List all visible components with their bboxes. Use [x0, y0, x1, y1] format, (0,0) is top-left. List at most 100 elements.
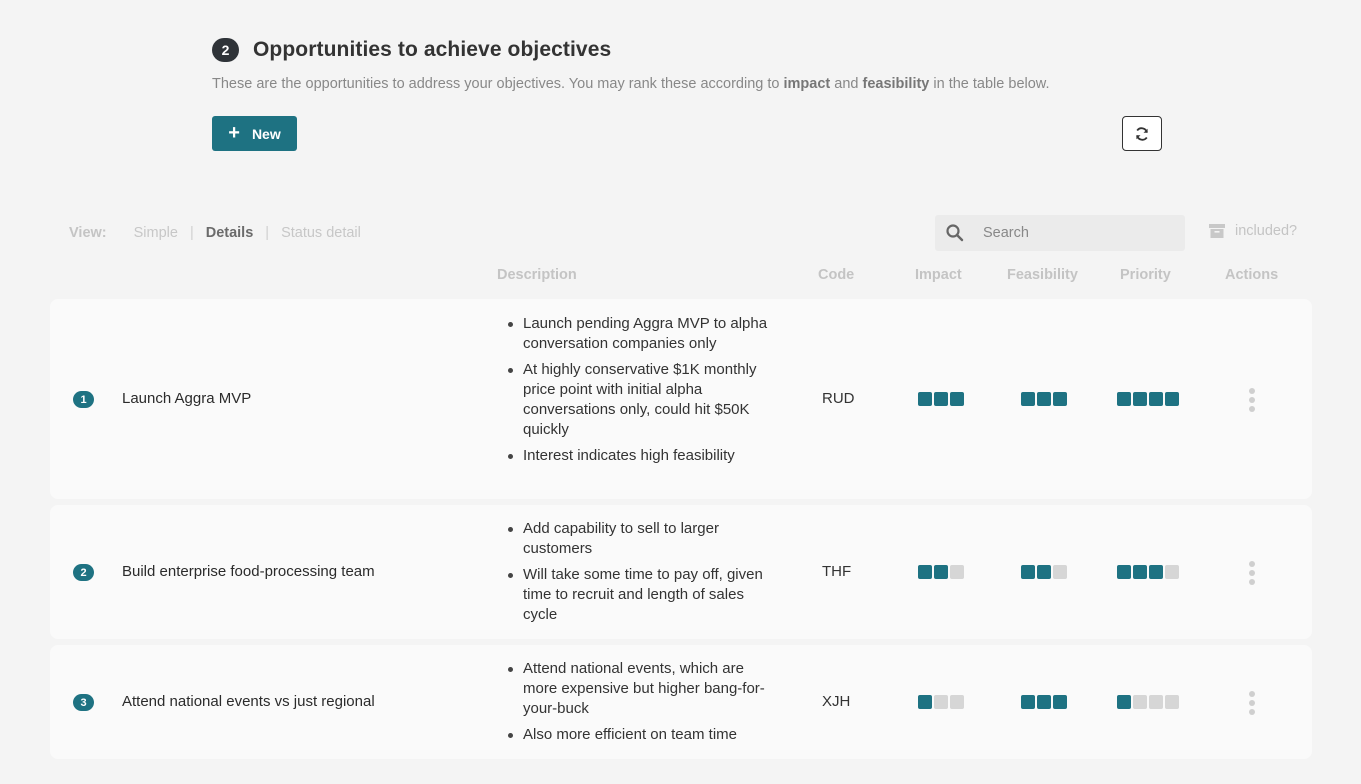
column-feasibility[interactable]: Feasibility [1007, 267, 1078, 283]
rating-square-filled[interactable] [918, 392, 932, 406]
view-simple[interactable]: Simple [134, 225, 178, 241]
rating-square-filled [1149, 392, 1163, 406]
step-badge: 2 [212, 38, 239, 62]
rating-square-filled [1165, 392, 1179, 406]
table-row[interactable]: 3 Attend national events vs just regiona… [50, 645, 1312, 759]
title-row: 2 Opportunities to achieve objectives [212, 38, 1172, 62]
row-code: THF [822, 563, 852, 580]
view-label: View: [69, 225, 107, 241]
rating-square-filled[interactable] [918, 565, 932, 579]
view-selector: View: Simple | Details | Status detail [69, 225, 361, 241]
priority-rating [1117, 695, 1179, 709]
view-separator: | [265, 225, 270, 241]
row-description: Add capability to sell to larger custome… [505, 519, 770, 631]
column-description[interactable]: Description [497, 267, 577, 283]
rating-square-filled [1133, 392, 1147, 406]
rating-square-filled[interactable] [950, 392, 964, 406]
column-priority[interactable]: Priority [1120, 267, 1171, 283]
row-number: 1 [73, 391, 94, 408]
archive-icon [1209, 224, 1225, 238]
rating-square-empty[interactable] [950, 565, 964, 579]
rating-square-filled[interactable] [1053, 392, 1067, 406]
row-name[interactable]: Attend national events vs just regional [122, 693, 375, 710]
rating-square-filled[interactable] [1053, 695, 1067, 709]
rating-square-filled[interactable] [1037, 565, 1051, 579]
description-bullet: Also more efficient on team time [505, 725, 770, 745]
page-title: Opportunities to achieve objectives [253, 38, 612, 61]
rating-square-filled[interactable] [1021, 695, 1035, 709]
row-name[interactable]: Build enterprise food-processing team [122, 563, 375, 580]
subtitle-and: and [830, 76, 863, 92]
row-name[interactable]: Launch Aggra MVP [122, 390, 251, 407]
rating-square-empty[interactable] [1053, 565, 1067, 579]
rating-square-filled[interactable] [1021, 565, 1035, 579]
rating-square-empty [1133, 695, 1147, 709]
rating-square-filled [1149, 565, 1163, 579]
plus-icon: + [228, 121, 240, 144]
row-number: 3 [73, 694, 94, 711]
included-toggle[interactable]: included? [1208, 222, 1297, 240]
kebab-dot [1249, 579, 1255, 585]
page-subtitle: These are the opportunities to address y… [212, 76, 1172, 92]
search-icon [946, 224, 964, 242]
new-button[interactable]: + New [212, 116, 297, 151]
description-bullet: At highly conservative $1K monthly price… [505, 360, 770, 440]
column-impact[interactable]: Impact [915, 267, 962, 283]
priority-rating [1117, 565, 1179, 579]
subtitle-impact: impact [783, 76, 831, 92]
rating-square-filled [1133, 565, 1147, 579]
impact-rating[interactable] [918, 565, 964, 579]
impact-rating[interactable] [918, 392, 964, 406]
feasibility-rating[interactable] [1021, 392, 1067, 406]
rating-square-empty[interactable] [934, 695, 948, 709]
row-description: Attend national events, which are more e… [505, 659, 770, 751]
search-input[interactable] [983, 225, 1163, 241]
rating-square-filled [1117, 392, 1131, 406]
new-button-label: New [251, 125, 281, 142]
table-row[interactable]: 2 Build enterprise food-processing team … [50, 505, 1312, 639]
refresh-icon [1136, 126, 1148, 141]
subtitle-end: in the table below. [929, 76, 1050, 92]
view-status-detail[interactable]: Status detail [281, 225, 361, 241]
rating-square-empty [1149, 695, 1163, 709]
search-box [935, 215, 1185, 251]
rating-square-filled[interactable] [1021, 392, 1035, 406]
column-code[interactable]: Code [818, 267, 854, 283]
description-bullet: Will take some time to pay off, given ti… [505, 565, 770, 625]
description-bullet: Launch pending Aggra MVP to alpha conver… [505, 314, 770, 354]
row-actions-menu[interactable] [1245, 388, 1259, 412]
rating-square-filled[interactable] [934, 392, 948, 406]
view-details[interactable]: Details [206, 225, 254, 241]
feasibility-rating[interactable] [1021, 695, 1067, 709]
impact-rating[interactable] [918, 695, 964, 709]
refresh-button[interactable] [1122, 116, 1162, 151]
section-header: 2 Opportunities to achieve objectives Th… [212, 38, 1172, 92]
rating-square-empty [1165, 695, 1179, 709]
feasibility-rating[interactable] [1021, 565, 1067, 579]
rating-square-filled[interactable] [1037, 392, 1051, 406]
rating-square-filled [1117, 565, 1131, 579]
row-actions-menu[interactable] [1245, 691, 1259, 715]
row-number: 2 [73, 564, 94, 581]
subtitle-text: These are the opportunities to address y… [212, 76, 784, 92]
kebab-dot [1249, 709, 1255, 715]
rating-square-filled[interactable] [1037, 695, 1051, 709]
rating-square-filled[interactable] [918, 695, 932, 709]
row-code: XJH [822, 693, 851, 710]
row-actions-menu[interactable] [1245, 561, 1259, 585]
rating-square-empty[interactable] [950, 695, 964, 709]
subtitle-feasibility: feasibility [862, 76, 930, 92]
kebab-dot [1249, 691, 1255, 697]
rating-square-empty [1165, 565, 1179, 579]
priority-rating [1117, 392, 1179, 406]
row-code: RUD [822, 390, 855, 407]
column-actions: Actions [1225, 267, 1279, 283]
included-label: included? [1235, 223, 1298, 239]
kebab-dot [1249, 397, 1255, 403]
rating-square-filled [1117, 695, 1131, 709]
row-description: Launch pending Aggra MVP to alpha conver… [505, 314, 770, 472]
table-row[interactable]: 1 Launch Aggra MVP Launch pending Aggra … [50, 299, 1312, 499]
description-bullet: Attend national events, which are more e… [505, 659, 770, 719]
view-separator: | [189, 225, 194, 241]
rating-square-filled[interactable] [934, 565, 948, 579]
